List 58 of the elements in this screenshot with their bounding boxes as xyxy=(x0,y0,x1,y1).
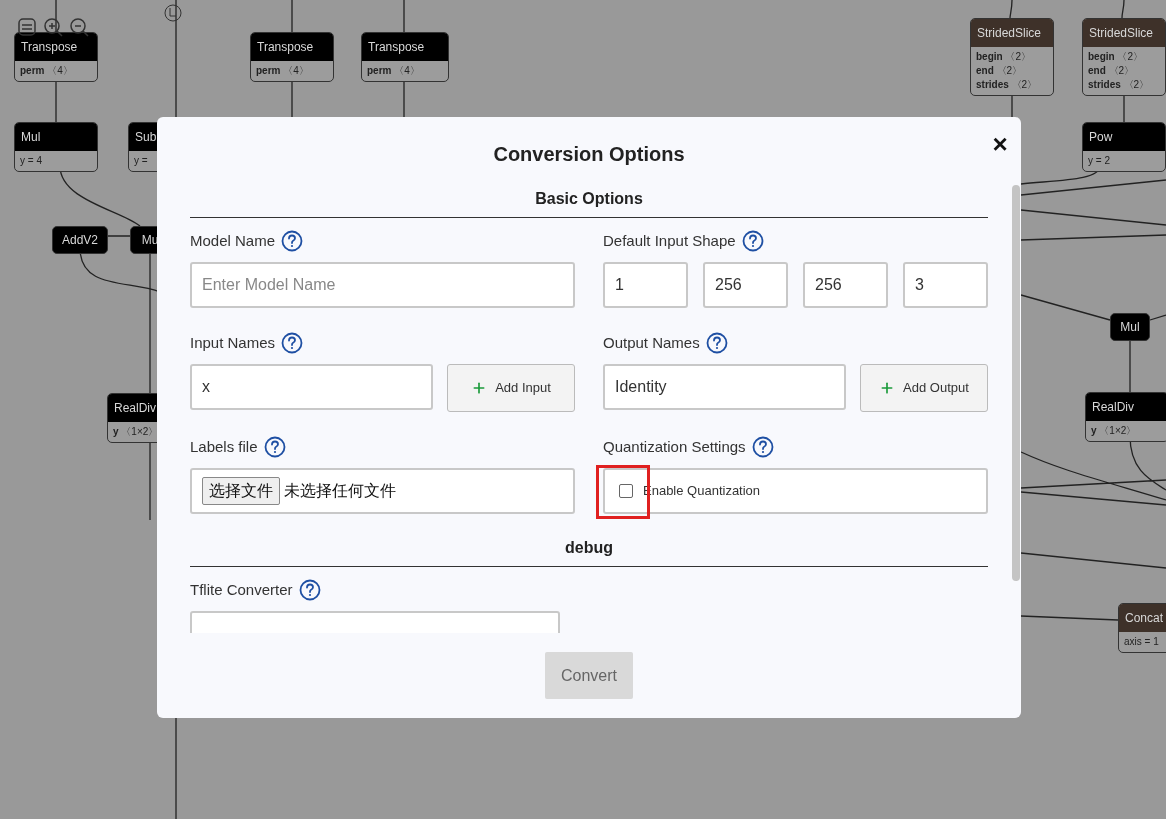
node-title: Transpose xyxy=(15,33,97,61)
file-field[interactable]: 选择文件 未选择任何文件 xyxy=(190,468,575,514)
field-label: Default Input Shape xyxy=(603,230,736,251)
dialog-title: Conversion Options xyxy=(493,142,685,167)
field-label: Quantization Settings xyxy=(603,436,746,457)
shape-dimension-field[interactable]: 256 xyxy=(703,262,788,308)
shape-dimension-field[interactable]: 1 xyxy=(603,262,688,308)
field-label: Output Names xyxy=(603,332,700,353)
node-attribute: y 〈1×2〉 xyxy=(1091,424,1138,438)
graph-node[interactable]: Transpose perm 〈4〉 xyxy=(14,32,98,82)
graph-node[interactable]: Concat axis = 1 xyxy=(1118,603,1166,653)
add-button[interactable]: Add Output xyxy=(860,364,988,412)
field-label: Input Names xyxy=(190,332,276,353)
node-title: Concat xyxy=(1119,604,1166,632)
graph-node[interactable]: AddV2 xyxy=(52,226,108,254)
node-title: RealDiv xyxy=(1086,393,1166,421)
field-label: Tflite Converter xyxy=(190,579,293,600)
name-field[interactable]: Identity xyxy=(603,364,846,410)
node-attribute: begin 〈2〉 xyxy=(1088,50,1144,64)
model-name-field[interactable]: Enter Model Name xyxy=(190,262,575,308)
close-button[interactable]: × xyxy=(989,131,1011,157)
file-status: 未选择任何文件 xyxy=(284,481,396,501)
node-title: StridedSlice xyxy=(1083,19,1165,47)
graph-node[interactable]: Mul y = 4 xyxy=(14,122,98,172)
section-heading: debug xyxy=(565,538,613,558)
node-title: Mul xyxy=(15,123,97,151)
graph-node[interactable]: StridedSlice begin 〈2〉 end 〈2〉 strides 〈2〉 xyxy=(1082,18,1166,96)
node-title: Pow xyxy=(1083,123,1165,151)
node-attribute: y = 2 xyxy=(1088,154,1111,168)
node-attribute: perm 〈4〉 xyxy=(367,64,421,78)
node-attribute: strides 〈2〉 xyxy=(1088,78,1151,92)
graph-node[interactable]: Pow y = 2 xyxy=(1082,122,1166,172)
section-heading: Basic Options xyxy=(535,189,643,209)
field-label: Labels file xyxy=(190,436,258,457)
node-attribute: perm 〈4〉 xyxy=(20,64,74,78)
node-attribute: y = xyxy=(134,154,149,168)
node-title: Transpose xyxy=(362,33,448,61)
node-title: Transpose xyxy=(251,33,333,61)
shape-dimension-field[interactable]: 3 xyxy=(903,262,988,308)
graph-node[interactable]: StridedSlice begin 〈2〉 end 〈2〉 strides 〈2〉 xyxy=(970,18,1054,96)
graph-node[interactable]: RealDiv y 〈1×2〉 xyxy=(1085,392,1166,442)
graph-node[interactable]: Transpose perm 〈4〉 xyxy=(250,32,334,82)
node-attribute: end 〈2〉 xyxy=(976,64,1024,78)
choose-file-button[interactable]: 选择文件 xyxy=(202,477,280,505)
node-attribute: begin 〈2〉 xyxy=(976,50,1032,64)
node-attribute: strides 〈2〉 xyxy=(976,78,1039,92)
shape-dimension-field[interactable]: 256 xyxy=(803,262,888,308)
node-attribute: y 〈1×2〉 xyxy=(113,425,160,439)
graph-node[interactable]: Transpose perm 〈4〉 xyxy=(361,32,449,82)
node-attribute: axis = 1 xyxy=(1124,635,1160,649)
node-attribute: end 〈2〉 xyxy=(1088,64,1136,78)
add-button[interactable]: Add Input xyxy=(447,364,575,412)
graph-node[interactable]: Mul xyxy=(1110,313,1150,341)
name-field[interactable]: x xyxy=(190,364,433,410)
node-attribute: perm 〈4〉 xyxy=(256,64,310,78)
node-title: StridedSlice xyxy=(971,19,1053,47)
node-attribute: y = 4 xyxy=(20,154,43,168)
field-label: Model Name xyxy=(190,230,276,251)
